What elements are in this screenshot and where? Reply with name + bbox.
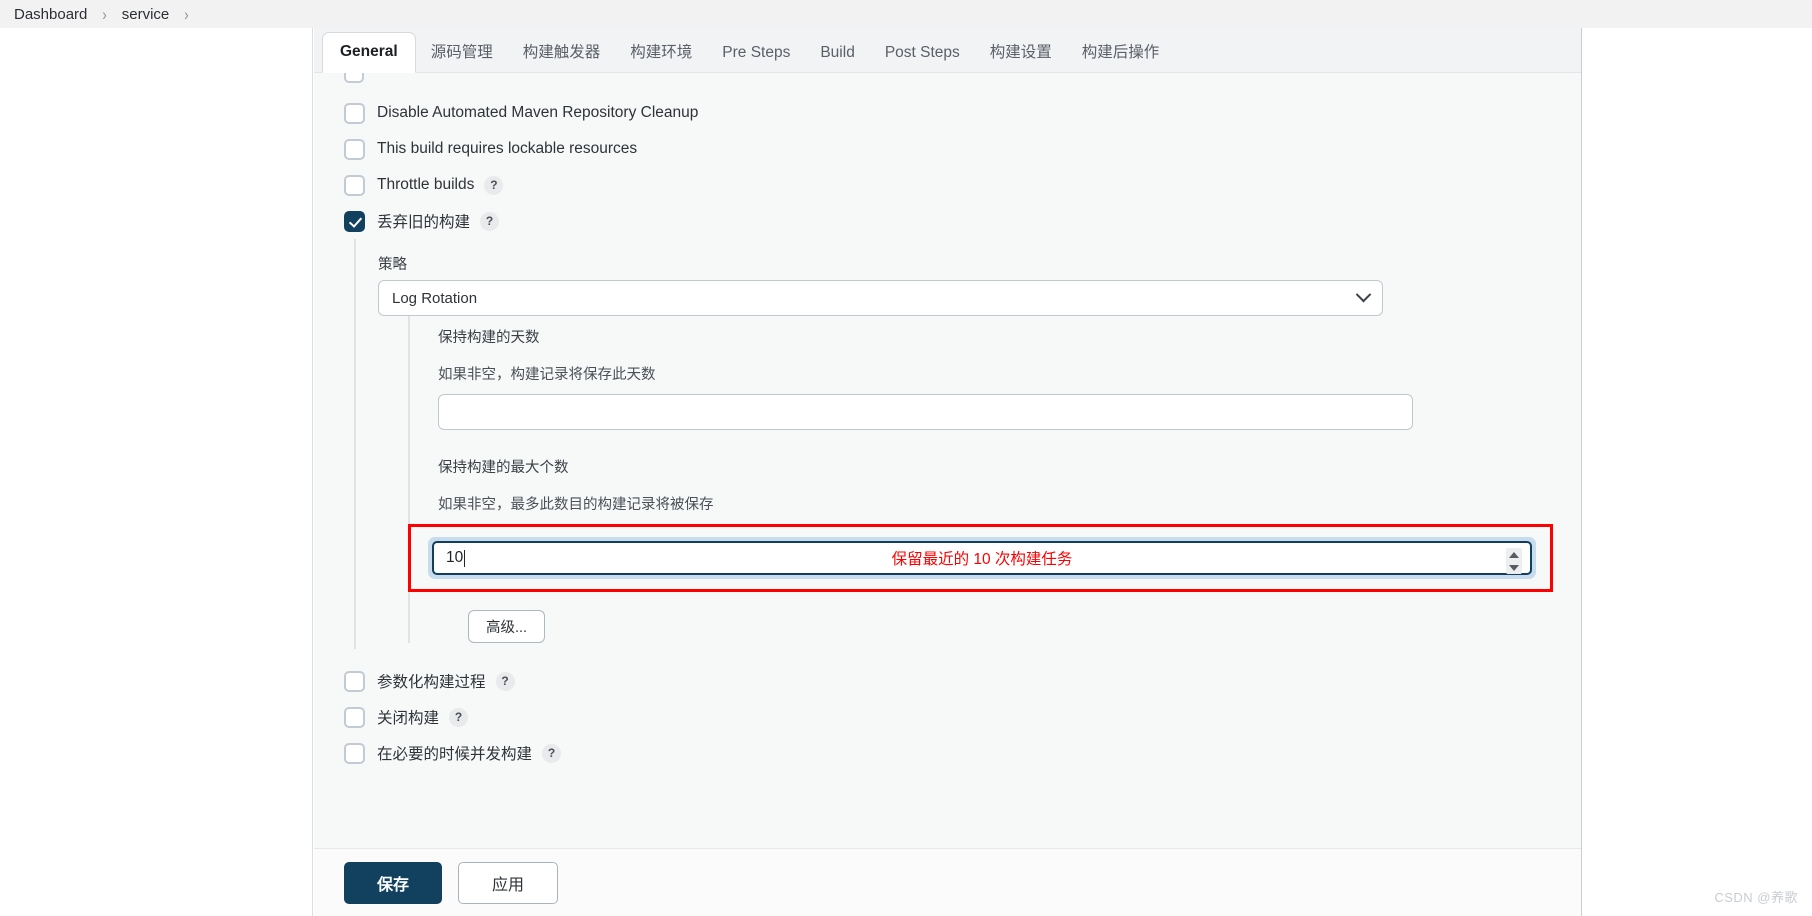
advanced-button[interactable]: 高级...: [468, 610, 546, 643]
text-caret: [464, 549, 466, 567]
stepper-down-icon[interactable]: [1509, 564, 1519, 571]
help-icon[interactable]: ?: [480, 211, 500, 231]
general-form: Disable Automated Maven Repository Clean…: [314, 73, 1581, 916]
max-to-keep-focus-ring: 10 保留最近的 10 次构建任务: [428, 537, 1536, 579]
tab-pre-steps[interactable]: Pre Steps: [707, 34, 805, 73]
strategy-label: 策略: [378, 257, 407, 273]
apply-button[interactable]: 应用: [458, 861, 559, 904]
help-icon[interactable]: ?: [495, 671, 515, 691]
checkbox-disable-build[interactable]: [344, 706, 365, 728]
max-to-keep-highlight-box: 10 保留最近的 10 次构建任务: [408, 524, 1553, 592]
tab-build[interactable]: Build: [805, 34, 869, 73]
right-gutter: [1583, 28, 1812, 916]
checkbox-row-disable-build[interactable]: 关闭构建 ?: [344, 699, 1581, 735]
chevron-right-icon: ›: [184, 4, 189, 24]
tab-general[interactable]: General: [322, 31, 416, 73]
log-rotation-fields: 保持构建的天数 如果非空，构建记录将保存此天数 保持构建的最大个数 如果非空，最…: [408, 316, 1581, 643]
job-config-panel: General 源码管理 构建触发器 构建环境 Pre Steps Build …: [314, 28, 1582, 916]
checkbox-row-concurrent-build[interactable]: 在必要的时候并发构建 ?: [344, 735, 1581, 771]
page-root: Dashboard › service › General 源码管理 构建触发器…: [0, 0, 1812, 916]
checkbox-row-throttle-builds[interactable]: Throttle builds ?: [344, 167, 1581, 203]
tab-build-settings[interactable]: 构建设置: [975, 34, 1067, 73]
chevron-right-icon: ›: [102, 4, 107, 24]
max-to-keep-value: 10: [446, 549, 464, 566]
config-tab-bar: General 源码管理 构建触发器 构建环境 Pre Steps Build …: [314, 28, 1581, 73]
breadcrumb: Dashboard › service ›: [0, 0, 1812, 28]
checkbox-label: 在必要的时候并发构建: [377, 746, 533, 763]
checkbox-row-parameterized-build[interactable]: 参数化构建过程 ?: [344, 663, 1581, 699]
breadcrumb-item-dashboard[interactable]: Dashboard: [12, 6, 89, 23]
tab-scm[interactable]: 源码管理: [416, 34, 508, 73]
form-action-bar: 保存 应用: [314, 848, 1581, 916]
checkbox-throttle-builds[interactable]: [344, 174, 365, 196]
checkbox-lockable-resources[interactable]: [344, 138, 365, 160]
max-to-keep-input[interactable]: 10 保留最近的 10 次构建任务: [432, 541, 1532, 575]
checkbox-label: This build requires lockable resources: [377, 140, 638, 157]
checkbox-concurrent-build[interactable]: [344, 742, 365, 764]
checkbox-label: 关闭构建: [377, 710, 440, 727]
tab-build-trigger[interactable]: 构建触发器: [508, 34, 616, 73]
days-to-keep-label: 保持构建的天数: [438, 330, 540, 346]
checkbox-label: Throttle builds: [377, 176, 475, 193]
help-icon[interactable]: ?: [484, 175, 504, 195]
left-gutter: [0, 28, 313, 916]
checkbox-row-disable-maven-cleanup[interactable]: Disable Automated Maven Repository Clean…: [344, 95, 1581, 131]
strategy-select[interactable]: Log Rotation: [378, 280, 1383, 316]
tab-post-build-actions[interactable]: 构建后操作: [1067, 34, 1175, 73]
checkbox-parameterized-build[interactable]: [344, 670, 365, 692]
checkbox-discard-old-builds[interactable]: [344, 210, 365, 232]
strategy-select-wrapper: Log Rotation: [378, 280, 1383, 316]
max-to-keep-label: 保持构建的最大个数: [438, 460, 569, 476]
tab-build-env[interactable]: 构建环境: [615, 34, 707, 73]
checkbox-label: 丢弃旧的构建: [377, 214, 471, 231]
annotation-text: 保留最近的 10 次构建任务: [891, 551, 1073, 568]
save-button[interactable]: 保存: [344, 861, 443, 904]
days-to-keep-input[interactable]: [438, 394, 1413, 430]
breadcrumb-item-service[interactable]: service: [120, 6, 172, 23]
checkbox-label: Disable Automated Maven Repository Clean…: [377, 104, 699, 121]
checkbox-disable-maven-cleanup[interactable]: [344, 102, 365, 124]
max-to-keep-description: 如果非空，最多此数目的构建记录将被保存: [438, 497, 714, 513]
help-icon[interactable]: ?: [542, 743, 562, 763]
clipped-checkbox-above: [344, 73, 364, 83]
checkbox-row-lockable-resources[interactable]: This build requires lockable resources: [344, 131, 1581, 167]
checkbox-row-discard-old-builds[interactable]: 丢弃旧的构建 ?: [344, 203, 1581, 239]
tab-post-steps[interactable]: Post Steps: [870, 34, 975, 73]
days-to-keep-description: 如果非空，构建记录将保存此天数: [438, 367, 656, 383]
stepper-up-icon[interactable]: [1509, 551, 1519, 558]
checkbox-label: 参数化构建过程: [377, 674, 486, 691]
help-icon[interactable]: ?: [449, 707, 469, 727]
watermark: CSDN @养歌: [1714, 890, 1798, 905]
discard-builds-section: 策略 Log Rotation 保持构建的天数 如果非空，构建记录将保存此天数 …: [354, 239, 1581, 649]
number-stepper[interactable]: [1506, 548, 1522, 574]
